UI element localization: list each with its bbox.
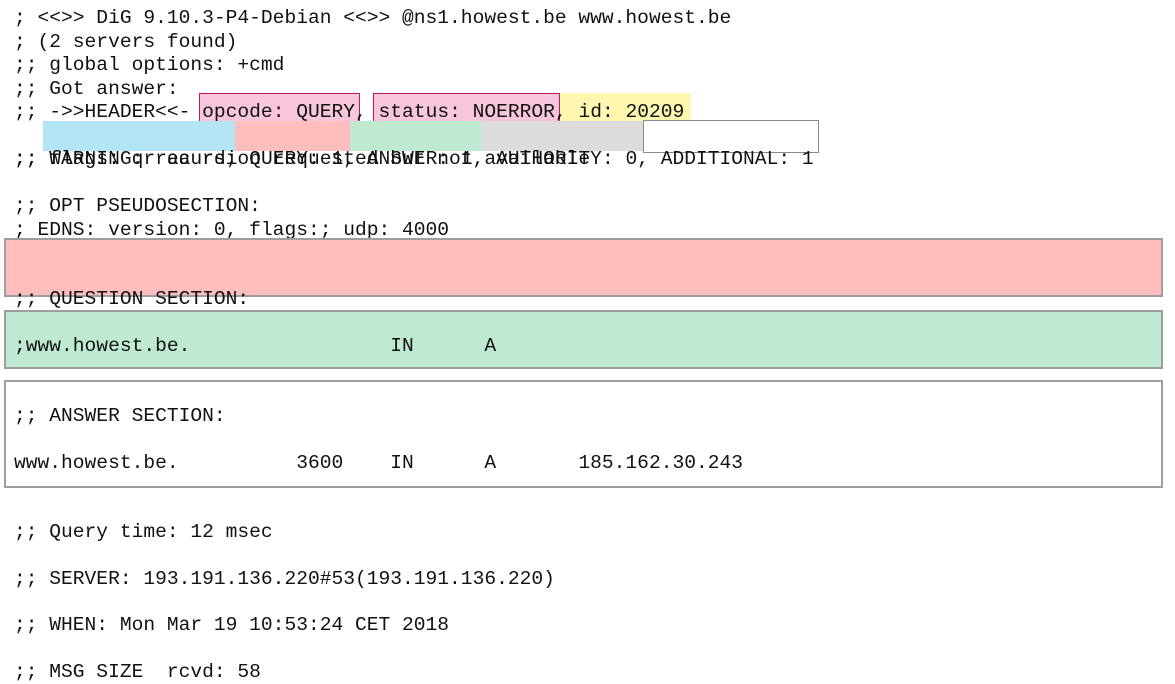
answer-count-text: ANSWER: 1,: [355, 148, 485, 170]
header-prefix: ;; ->>HEADER<<-: [14, 101, 203, 123]
separator: ,: [355, 101, 379, 123]
got-answer-line: ;; Got answer:: [14, 78, 179, 100]
when-line: ;; WHEN: Mon Mar 19 10:53:24 CET 2018: [14, 614, 450, 636]
msg-size-line: ;; MSG SIZE rcvd: 58: [14, 661, 261, 683]
flags-highlight: [43, 121, 235, 151]
flags-line: ;; flags: qr aa rd; QUERY: 1, ANSWER: 1,…: [14, 148, 1175, 171]
flags-prefix: ;;: [14, 148, 50, 170]
separator: ,: [554, 101, 579, 123]
header-line: ;; ->>HEADER<<- opcode: QUERY, status: N…: [14, 101, 1175, 124]
authority-count-highlight: [481, 121, 643, 151]
query-count-text: QUERY: 1,: [237, 148, 356, 170]
flags-text: flags: qr aa rd;: [49, 148, 238, 170]
query-count-highlight: [235, 121, 350, 151]
servers-found-line: ; (2 servers found): [14, 31, 238, 53]
opt-section-title: ;; OPT PSEUDOSECTION:: [14, 195, 261, 217]
query-time-line: ;; Query time: 12 msec: [14, 521, 273, 543]
server-line: ;; SERVER: 193.191.136.220#53(193.191.13…: [14, 568, 555, 590]
answer-section-title: ;; ANSWER SECTION:: [14, 405, 226, 427]
global-options-line: ;; global options: +cmd: [14, 54, 285, 76]
status-text: status: NOERROR: [378, 101, 555, 123]
question-section-title: ;; QUESTION SECTION:: [14, 288, 250, 310]
opcode-text: opcode: QUERY: [202, 101, 355, 123]
additional-count-text: ADDITIONAL: 1: [648, 148, 814, 170]
question-record: ;www.howest.be. IN A: [14, 335, 497, 357]
answer-count-highlight: [350, 121, 481, 151]
dig-version-line: ; <<>> DiG 9.10.3-P4-Debian <<>> @ns1.ho…: [14, 7, 732, 29]
answer-record: www.howest.be. 3600 IN A 185.162.30.243: [14, 452, 744, 474]
id-text: id: 20209: [578, 101, 685, 123]
authority-count-text: AUTHORITY: 0,: [484, 148, 649, 170]
